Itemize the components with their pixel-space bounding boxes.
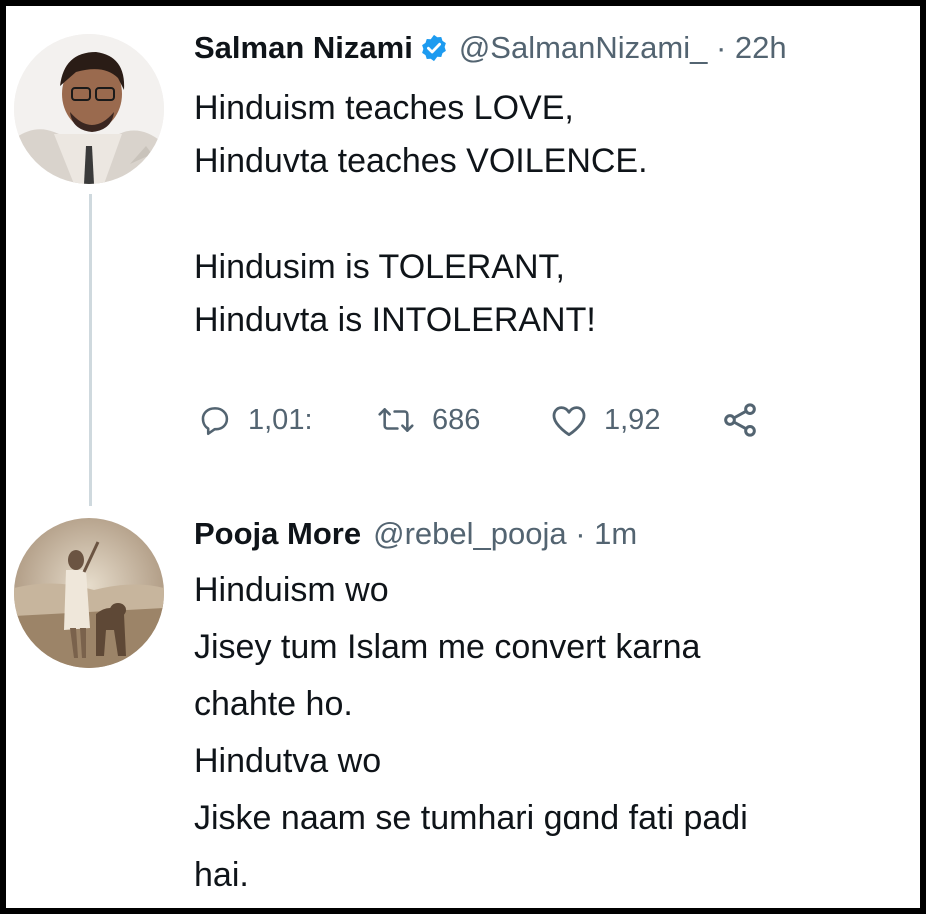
tweet-timestamp[interactable]: · 1m <box>575 516 637 551</box>
tweet-action-bar: 1,01: 686 1,92 <box>198 398 818 442</box>
tweet-salman[interactable]: Salman Nizami @SalmanNizami_ · 22h Hindui… <box>6 6 920 506</box>
share-icon <box>720 400 760 440</box>
like-button[interactable]: 1,92 <box>550 398 660 442</box>
tweet-pooja[interactable]: Pooja More @rebel_pooja · 1m Hinduism wo … <box>6 506 920 908</box>
like-count: 1,92 <box>604 403 661 436</box>
reply-count: 1,01: <box>248 403 313 436</box>
tweet-header: Pooja More @rebel_pooja · 1m <box>194 514 637 554</box>
reply-button[interactable]: 1,01: <box>198 398 313 442</box>
heart-icon <box>550 403 588 437</box>
author-handle[interactable]: @SalmanNizami_ <box>459 30 708 65</box>
share-button[interactable] <box>720 398 760 442</box>
thread-connector-line <box>89 194 92 506</box>
verified-badge-icon <box>419 33 449 63</box>
tweet-text: Hinduism teaches LOVE, Hinduvta teaches … <box>194 89 648 339</box>
author-handle[interactable]: @rebel_pooja <box>373 516 567 551</box>
retweet-button[interactable]: 686 <box>376 398 480 442</box>
author-name[interactable]: Salman Nizami <box>194 30 413 65</box>
retweet-icon <box>376 403 416 437</box>
tweet-header: Salman Nizami @SalmanNizami_ · 22h <box>194 28 787 68</box>
tweet-text: Hinduism wo Jisey tum Islam me convert k… <box>194 571 748 894</box>
screenshot-frame: Salman Nizami @SalmanNizami_ · 22h Hindui… <box>6 6 920 908</box>
retweet-count: 686 <box>432 403 481 436</box>
avatar-pooja[interactable] <box>14 518 164 668</box>
reply-icon <box>198 403 232 437</box>
avatar-salman[interactable] <box>14 34 164 184</box>
tweet-timestamp[interactable]: · 22h <box>716 30 787 65</box>
author-name[interactable]: Pooja More <box>194 516 361 551</box>
